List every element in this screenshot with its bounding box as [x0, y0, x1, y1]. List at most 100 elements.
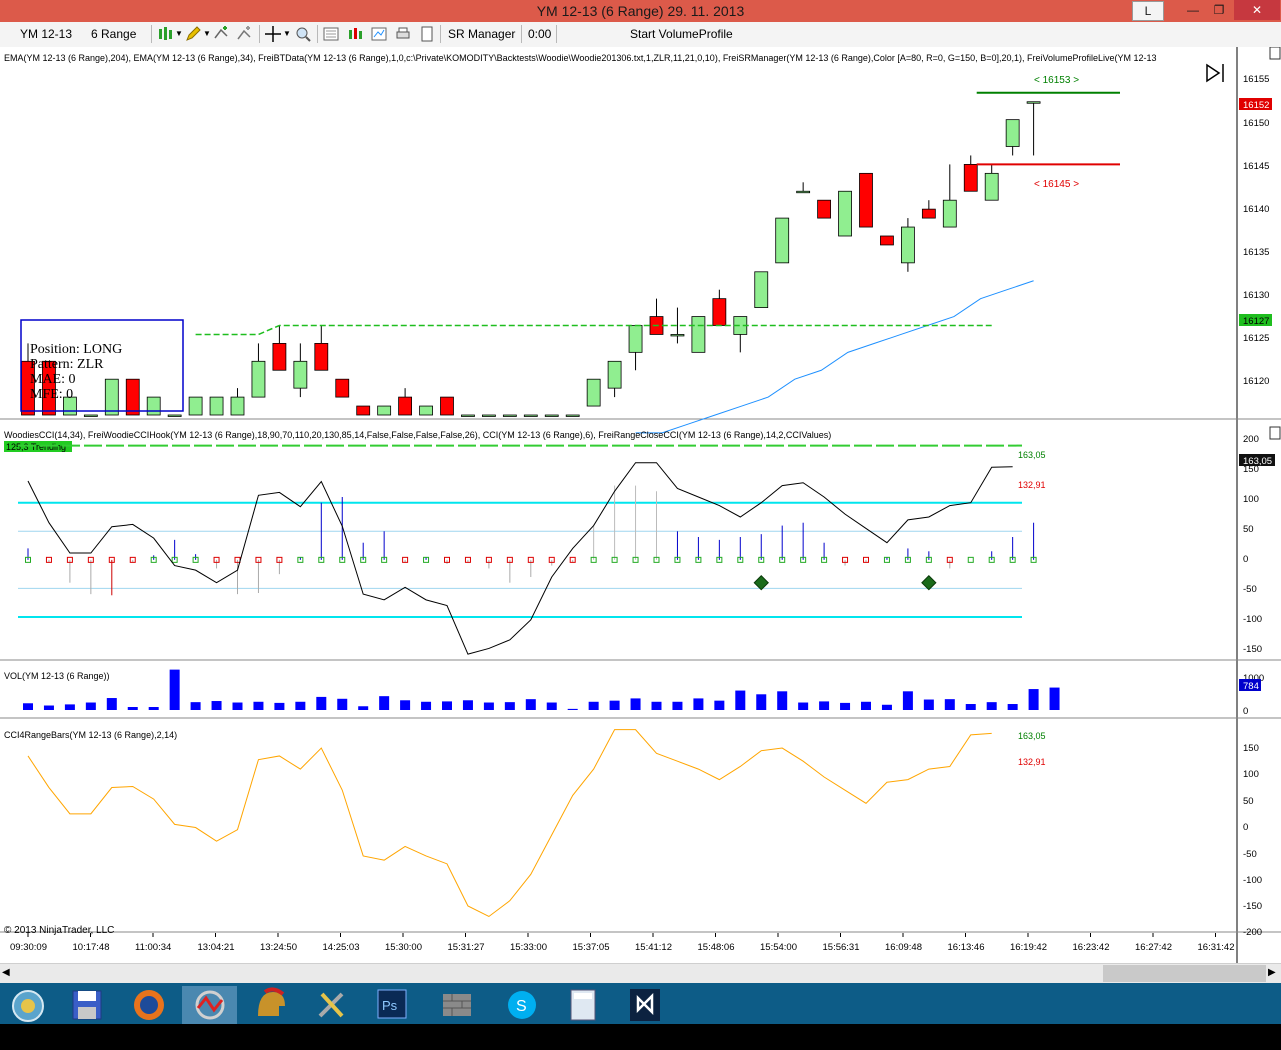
- pencil-icon[interactable]: [185, 26, 201, 42]
- layout-lock-button[interactable]: L: [1132, 1, 1164, 21]
- volume-bar: [735, 690, 746, 710]
- instrument-select[interactable]: YM 12-13 ▼: [20, 25, 78, 58]
- horizontal-scrollbar[interactable]: ◀ ▶: [0, 963, 1281, 984]
- time-tick: 16:09:48: [885, 942, 922, 953]
- chevron-down-icon[interactable]: ▼: [175, 25, 183, 43]
- scroll-right-arrow[interactable]: ▶: [1268, 967, 1276, 978]
- cci4-tick: -150: [1243, 901, 1262, 912]
- candle-body: [523, 414, 538, 417]
- candle-body: [251, 360, 266, 398]
- candle: [356, 405, 371, 416]
- candle-body: [209, 396, 224, 416]
- chevron-down-icon[interactable]: ▼: [283, 25, 291, 43]
- svg-text:Ps: Ps: [382, 998, 398, 1013]
- zoom-icon[interactable]: [295, 26, 311, 42]
- scroll-left-arrow[interactable]: ◀: [2, 967, 10, 978]
- volume-bar: [274, 702, 285, 710]
- photoshop-icon[interactable]: Ps: [365, 986, 420, 1024]
- cci-tick: -50: [1243, 584, 1257, 595]
- volume-bar: [567, 708, 578, 710]
- print-icon[interactable]: [395, 26, 411, 42]
- properties-icon[interactable]: [371, 26, 387, 42]
- start-volume-profile-button[interactable]: Start VolumeProfile: [630, 25, 733, 43]
- volume-bar: [588, 701, 599, 710]
- volume-bar: [421, 701, 432, 710]
- chart-canvas[interactable]: EMA(YM 12-13 (6 Range),204), EMA(YM 12-1…: [0, 47, 1281, 964]
- close-button[interactable]: ✕: [1234, 0, 1280, 20]
- ninjatrader-start-icon[interactable]: [0, 986, 55, 1024]
- ninjatrader-icon[interactable]: [182, 986, 237, 1024]
- cci-tick: 50: [1243, 524, 1254, 535]
- volume-bar: [777, 691, 788, 710]
- bar-type-icon[interactable]: [157, 26, 173, 42]
- crosshair-icon[interactable]: [265, 26, 281, 42]
- maximize-button[interactable]: ❐: [1206, 0, 1232, 20]
- candle-body: [880, 235, 894, 246]
- volume-bar: [442, 701, 452, 710]
- save-icon[interactable]: [60, 986, 115, 1024]
- candle-body: [167, 414, 182, 417]
- period-label: 6 Range: [91, 27, 137, 41]
- candle: [544, 414, 559, 417]
- firewall-icon[interactable]: [430, 986, 485, 1024]
- volume-bar: [756, 694, 767, 710]
- time-tick: 10:17:48: [73, 942, 110, 953]
- volume-bar: [840, 702, 851, 710]
- cci-down-value: 132,91: [1018, 480, 1046, 490]
- skype-icon[interactable]: S: [495, 986, 550, 1024]
- cci4-tick: 50: [1243, 796, 1254, 807]
- copyright-text: © 2013 NinjaTrader, LLC: [4, 925, 114, 936]
- candle-body: [377, 405, 392, 416]
- position-line: Position: LONG: [30, 342, 122, 357]
- spartan-icon[interactable]: [243, 986, 298, 1024]
- candle-body: [942, 199, 957, 228]
- candle-body: [125, 378, 140, 416]
- window-title: YM 12-13 (6 Range) 29. 11. 2013: [536, 3, 745, 19]
- time-tick: 15:48:06: [698, 942, 735, 953]
- candle: [461, 414, 475, 417]
- volume-bar: [986, 702, 997, 710]
- chevron-down-icon[interactable]: ▼: [203, 25, 211, 43]
- volume-bar: [64, 704, 75, 710]
- volume-bar: [253, 701, 264, 710]
- price-tick: 16155: [1243, 74, 1269, 85]
- candle-body: [314, 342, 329, 371]
- volume-bar: [211, 701, 222, 710]
- data-box-icon[interactable]: [323, 26, 339, 42]
- candle: [335, 378, 350, 398]
- minimize-button[interactable]: —: [1180, 0, 1206, 20]
- add-indicator-icon[interactable]: [213, 26, 229, 42]
- volume-marker-text: 784: [1243, 681, 1259, 692]
- volume-bar: [43, 705, 54, 710]
- volume-bar: [693, 698, 704, 710]
- page-icon[interactable]: [419, 26, 435, 42]
- volume-bar: [672, 701, 683, 710]
- strategies-icon[interactable]: [236, 26, 252, 42]
- sr-upper-label: < 16153 >: [1034, 75, 1079, 86]
- candle-body: [461, 414, 475, 417]
- panel-maximize-icon[interactable]: [1269, 47, 1281, 60]
- candle-body: [104, 378, 119, 416]
- candle: [419, 405, 433, 416]
- cci-tick: -150: [1243, 644, 1262, 655]
- candle-body: [230, 396, 245, 416]
- time-tick: 13:24:50: [260, 942, 297, 953]
- period-select[interactable]: 6 Range ▼: [91, 25, 147, 58]
- tools-icon[interactable]: [304, 986, 359, 1024]
- scrollbar-thumb[interactable]: [1103, 965, 1266, 982]
- sr-manager-button[interactable]: SR Manager: [448, 25, 515, 43]
- candle: [481, 414, 496, 417]
- chart-style-icon[interactable]: [347, 26, 363, 42]
- price-tick: 16130: [1243, 290, 1269, 301]
- time-tick: 14:25:03: [323, 942, 360, 953]
- volume-bar: [337, 698, 348, 710]
- calculator-icon[interactable]: [556, 986, 611, 1024]
- firefox-icon[interactable]: [121, 986, 176, 1024]
- candle: [502, 414, 517, 417]
- visual-studio-icon[interactable]: [618, 986, 673, 1024]
- volume-bar: [127, 707, 138, 710]
- volume-tick: 0: [1243, 706, 1248, 717]
- panel-maximize-icon[interactable]: [1269, 426, 1281, 440]
- candle-body: [963, 164, 978, 192]
- volume-bar: [85, 702, 96, 710]
